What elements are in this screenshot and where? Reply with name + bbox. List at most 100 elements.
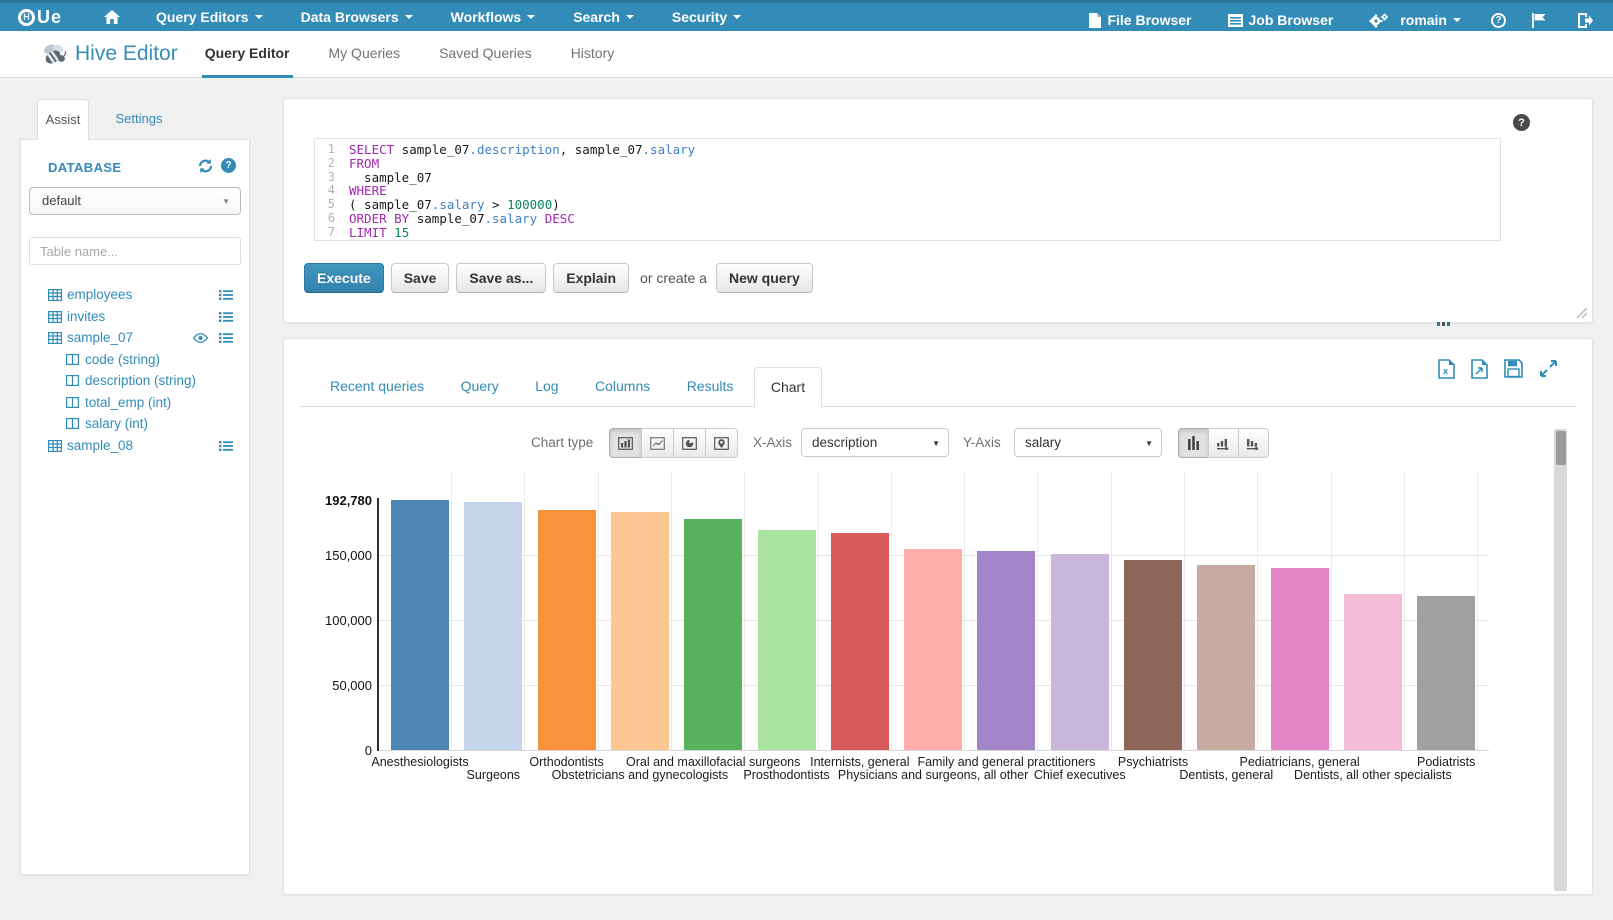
new-query-button[interactable]: New query: [716, 263, 813, 293]
gridline-vertical: [451, 471, 452, 751]
tab-results[interactable]: Results: [671, 367, 750, 406]
tab-query[interactable]: Query: [445, 367, 515, 406]
home-icon: [104, 10, 120, 24]
item-name: sample_07: [67, 330, 133, 345]
sign-out-button[interactable]: [1578, 13, 1599, 28]
pie-chart-icon: [682, 437, 697, 450]
bar-podiatrists: [1417, 596, 1475, 750]
download-xls-button[interactable]: x: [1438, 359, 1455, 379]
item-name: total_emp (int): [85, 395, 171, 410]
sql-code-editor[interactable]: 1234567 SELECT sample_07.description, sa…: [314, 138, 1501, 241]
nav-menu-data-browsers[interactable]: Data Browsers: [301, 9, 413, 25]
panel-resize-handle[interactable]: [1437, 322, 1452, 326]
database-help-icon[interactable]: ?: [221, 158, 236, 173]
preview-eye-icon[interactable]: [193, 333, 208, 343]
chart-type-map-button[interactable]: [705, 428, 738, 458]
editor-resize-grip[interactable]: [1577, 308, 1587, 318]
sql-code-lines: SELECT sample_07.description, sample_07.…: [349, 139, 1500, 240]
x-axis-category-label: Family and general practitioners: [917, 755, 1095, 769]
sort-desc-button[interactable]: [1238, 428, 1269, 458]
gridline-vertical: [1331, 471, 1332, 751]
username: romain: [1400, 12, 1447, 28]
tab-my-queries[interactable]: My Queries: [326, 31, 404, 78]
y-axis-tick-label: 100,000: [302, 613, 372, 628]
column-item-description[interactable]: description (string): [21, 371, 249, 393]
explain-button[interactable]: Explain: [553, 263, 629, 293]
tab-saved-queries[interactable]: Saved Queries: [436, 31, 535, 78]
table-item-invites[interactable]: invites: [21, 307, 249, 329]
chevron-down-icon: [527, 15, 535, 19]
home-button[interactable]: [104, 10, 126, 24]
sort-none-button[interactable]: [1178, 428, 1209, 458]
table-filter-input[interactable]: [29, 237, 241, 265]
table-details-icon[interactable]: [219, 289, 233, 301]
table-details-icon[interactable]: [219, 332, 233, 344]
sort-asc-button[interactable]: [1208, 428, 1239, 458]
chart-type-bars-button[interactable]: [609, 428, 642, 458]
tab-columns[interactable]: Columns: [579, 367, 666, 406]
nav-menu-query-editors[interactable]: Query Editors: [156, 9, 263, 25]
column-item-code[interactable]: code (string): [21, 350, 249, 372]
tab-settings[interactable]: Settings: [108, 99, 170, 139]
save-results-button[interactable]: [1504, 359, 1523, 379]
tab-query-editor[interactable]: Query Editor: [202, 31, 293, 78]
user-menu[interactable]: romain: [1369, 12, 1461, 28]
x-axis-category-label: Psychiatrists: [1118, 755, 1188, 769]
table-item-sample_07[interactable]: sample_07: [21, 328, 249, 350]
hue-logo[interactable]: H Ue: [18, 7, 62, 28]
help-button[interactable]: ?: [1491, 13, 1506, 28]
table-item-employees[interactable]: employees: [21, 285, 249, 307]
feedback-button[interactable]: [1532, 13, 1552, 28]
gridline-vertical: [818, 471, 819, 751]
table-details-icon[interactable]: [219, 440, 233, 452]
select-caret-icon: ▼: [932, 430, 940, 457]
table-item-sample_08[interactable]: sample_08: [21, 436, 249, 458]
tab-log[interactable]: Log: [519, 367, 574, 406]
sort-descending-icon: [1246, 436, 1261, 450]
table-details-icon[interactable]: [219, 311, 233, 323]
editor-help-icon[interactable]: ?: [1513, 114, 1530, 131]
chevron-down-icon: [626, 15, 634, 19]
bar-dentists-all-other-specialists: [1344, 594, 1402, 750]
table-icon: [48, 332, 62, 344]
tab-chart[interactable]: Chart: [754, 367, 822, 408]
x-axis-category-label: Prosthodontists: [743, 768, 829, 782]
chart-type-group: [609, 428, 738, 458]
chart-scrollbar[interactable]: [1554, 429, 1567, 891]
chart-type-pie-button[interactable]: [673, 428, 706, 458]
chart-scrollbar-thumb[interactable]: [1556, 431, 1566, 465]
chart-type-line-button[interactable]: [641, 428, 674, 458]
y-axis-select[interactable]: salary ▼: [1014, 428, 1162, 457]
bar-dentists-general: [1197, 565, 1255, 750]
x-axis-select[interactable]: description ▼: [801, 428, 949, 457]
x-axis-category-label: Podiatrists: [1417, 755, 1475, 769]
database-select[interactable]: default ▼: [29, 187, 241, 215]
job-browser-button[interactable]: Job Browser: [1228, 12, 1334, 28]
download-csv-icon: [1471, 359, 1488, 379]
column-item-salary[interactable]: salary (int): [21, 414, 249, 436]
nav-menu-workflows[interactable]: Workflows: [451, 9, 536, 25]
x-axis-category-label: Physicians and surgeons, all other: [838, 768, 1028, 782]
download-csv-button[interactable]: [1471, 359, 1488, 379]
map-marker-icon: [714, 437, 729, 450]
save-as-button[interactable]: Save as...: [456, 263, 546, 293]
execute-button[interactable]: Execute: [304, 263, 384, 293]
tab-history[interactable]: History: [568, 31, 618, 78]
column-item-total_emp[interactable]: total_emp (int): [21, 393, 249, 415]
query-editor-panel: ? 1234567 SELECT sample_07.description, …: [283, 98, 1593, 323]
chevron-down-icon: [255, 15, 263, 19]
nav-menu-security[interactable]: Security: [672, 9, 741, 25]
nav-menu-search[interactable]: Search: [573, 9, 634, 25]
gridline-vertical: [598, 471, 599, 751]
file-browser-button[interactable]: File Browser: [1089, 12, 1191, 28]
hive-editor-home-link[interactable]: Hive Editor: [40, 41, 178, 67]
save-button[interactable]: Save: [391, 263, 450, 293]
sort-group: [1178, 428, 1269, 458]
expand-results-button[interactable]: [1539, 359, 1558, 379]
chevron-down-icon: [733, 15, 741, 19]
top-navbar: H Ue Query Editors Data Browsers Workflo…: [0, 0, 1613, 31]
refresh-button[interactable]: [198, 159, 213, 173]
tab-recent-queries[interactable]: Recent queries: [314, 367, 440, 406]
tab-assist[interactable]: Assist: [37, 99, 89, 140]
sort-none-icon: [1187, 436, 1200, 450]
